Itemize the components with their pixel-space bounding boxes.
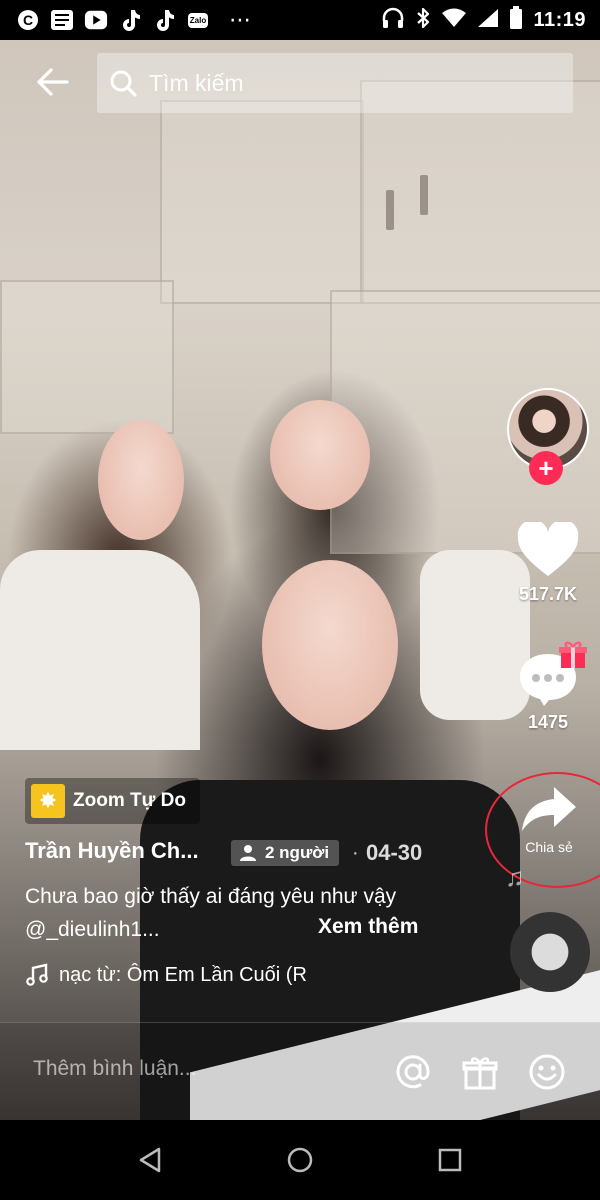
arrow-left-icon bbox=[37, 68, 69, 96]
at-sign-icon bbox=[396, 1055, 430, 1089]
cabinet-door bbox=[160, 100, 364, 304]
post-date: 04-30 bbox=[366, 840, 423, 865]
cabinet-door bbox=[0, 280, 174, 434]
smiley-icon bbox=[529, 1054, 565, 1090]
wifi-icon bbox=[441, 8, 467, 33]
youtube-icon bbox=[84, 8, 108, 32]
music-title: nạc từ: Ôm Em Lần Cuối (R bbox=[59, 963, 307, 986]
square-recents-icon bbox=[438, 1148, 462, 1172]
mention-button[interactable] bbox=[394, 1053, 432, 1091]
more-dots-icon: ⋯ bbox=[220, 7, 260, 32]
search-icon bbox=[110, 70, 137, 97]
like-button[interactable]: 517.7K bbox=[510, 522, 586, 605]
triangle-back-icon bbox=[139, 1147, 161, 1173]
music-notes-icon: ♫ bbox=[505, 862, 525, 892]
like-count: 517.7K bbox=[518, 584, 578, 604]
comment-bar: Thêm bình luận... bbox=[0, 1022, 600, 1121]
status-bar: C Zalo ⋯ 11:19 bbox=[0, 0, 600, 40]
battery-icon bbox=[509, 5, 523, 35]
copyright-icon: C bbox=[16, 8, 40, 32]
gift-button[interactable] bbox=[461, 1053, 499, 1091]
separator: · bbox=[352, 842, 359, 864]
tiktok-icon bbox=[152, 8, 176, 32]
tiktok-video-screen: C Zalo ⋯ 11:19 Tìm kiếm + 517.7K 1475 Ch… bbox=[0, 0, 600, 1200]
see-more-button[interactable]: Xem thêm bbox=[318, 915, 418, 939]
person-back-face bbox=[270, 400, 370, 510]
cabinet-handle bbox=[420, 175, 428, 215]
people-count: 2 người bbox=[265, 843, 330, 862]
signal-icon bbox=[477, 8, 499, 33]
music-info[interactable]: nạc từ: Ôm Em Lần Cuối (R bbox=[25, 963, 307, 987]
back-button[interactable] bbox=[30, 60, 74, 104]
nav-recents-button[interactable] bbox=[434, 1144, 466, 1176]
person-front-face bbox=[262, 560, 398, 730]
search-placeholder: Tìm kiếm bbox=[149, 69, 244, 96]
zalo-label: Zalo bbox=[187, 12, 209, 28]
status-time: 11:19 bbox=[533, 8, 586, 31]
comment-input[interactable]: Thêm bình luận... bbox=[33, 1057, 196, 1081]
effect-label: Zoom Tự Do bbox=[73, 790, 186, 811]
cabinet-handle bbox=[386, 190, 394, 230]
navigation-bar bbox=[0, 1120, 600, 1200]
nav-home-button[interactable] bbox=[284, 1144, 316, 1176]
svg-text:C: C bbox=[23, 12, 33, 28]
follow-button[interactable]: + bbox=[529, 451, 563, 485]
gift-icon bbox=[462, 1057, 498, 1090]
plus-icon: + bbox=[538, 453, 554, 483]
person-left-shirt bbox=[0, 550, 200, 750]
cabinet-door bbox=[360, 80, 600, 304]
bluetooth-icon bbox=[415, 6, 431, 35]
zalo-icon: Zalo bbox=[186, 8, 210, 32]
search-input[interactable]: Tìm kiếm bbox=[97, 53, 573, 113]
comment-count: 1475 bbox=[527, 712, 569, 732]
emoji-button[interactable] bbox=[528, 1053, 566, 1091]
person-icon bbox=[240, 845, 256, 861]
nav-back-button[interactable] bbox=[134, 1144, 166, 1176]
gift-icon bbox=[559, 640, 587, 675]
circle-home-icon bbox=[287, 1147, 313, 1173]
music-disc[interactable] bbox=[510, 912, 590, 992]
person-left-face bbox=[98, 420, 184, 540]
sparkle-icon: ✸ bbox=[31, 784, 65, 818]
tiktok-icon bbox=[118, 8, 142, 32]
author-name[interactable]: Trần Huyền Ch... bbox=[25, 838, 199, 864]
heart-icon bbox=[517, 522, 579, 576]
more-dots-label: ⋯ bbox=[229, 7, 251, 32]
people-tag[interactable]: 2 người bbox=[231, 840, 340, 866]
news-icon bbox=[50, 8, 74, 32]
headphones-icon bbox=[381, 7, 405, 34]
music-note-icon bbox=[26, 963, 48, 986]
effect-tag[interactable]: ✸ Zoom Tự Do bbox=[25, 778, 200, 824]
